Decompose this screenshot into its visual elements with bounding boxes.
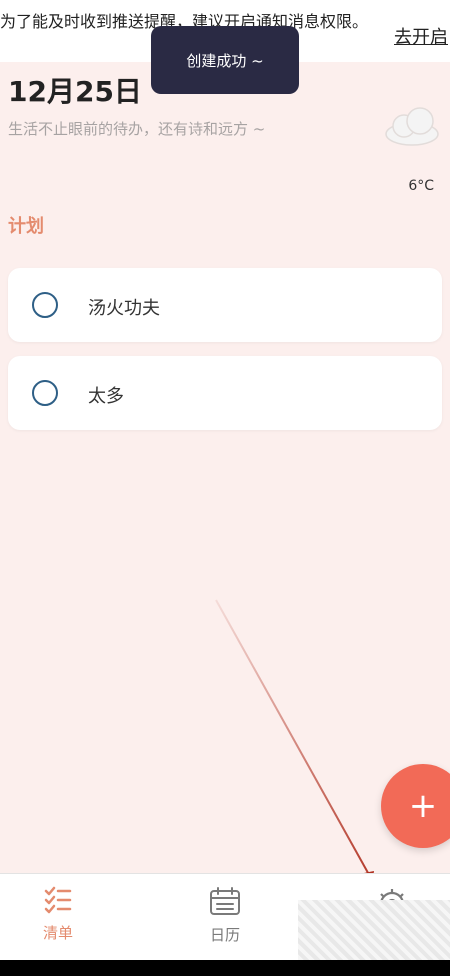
enable-notifications-link[interactable]: 去开启 (394, 23, 448, 49)
tab-checklist[interactable]: 清单 (18, 886, 98, 943)
tab-label: 日历 (209, 926, 240, 944)
system-bottom-bar (0, 960, 450, 976)
task-label: 汤火功夫 (88, 298, 160, 319)
page-date: 12月25日 (8, 75, 142, 108)
toast-message: 创建成功 ~ (151, 26, 299, 94)
task-item[interactable]: 太多 (8, 356, 442, 430)
tab-calendar[interactable]: 日历 (185, 886, 265, 945)
task-label: 太多 (88, 386, 124, 407)
task-checkbox[interactable] (32, 292, 58, 318)
checklist-icon (44, 886, 72, 914)
section-title: 计划 (8, 216, 44, 237)
add-task-button[interactable]: + (381, 764, 450, 848)
mosaic-watermark (298, 900, 450, 960)
plus-icon: + (408, 786, 438, 826)
calendar-icon (210, 887, 240, 915)
motto-text: 生活不止眼前的待办，还有诗和远方 ~ (8, 120, 266, 138)
toast-text: 创建成功 ~ (186, 51, 264, 70)
temperature-text: 6°C (408, 178, 434, 194)
task-item[interactable]: 汤火功夫 (8, 268, 442, 342)
task-checkbox[interactable] (32, 380, 58, 406)
tab-label: 清单 (42, 924, 73, 942)
cloud-icon (385, 107, 439, 146)
